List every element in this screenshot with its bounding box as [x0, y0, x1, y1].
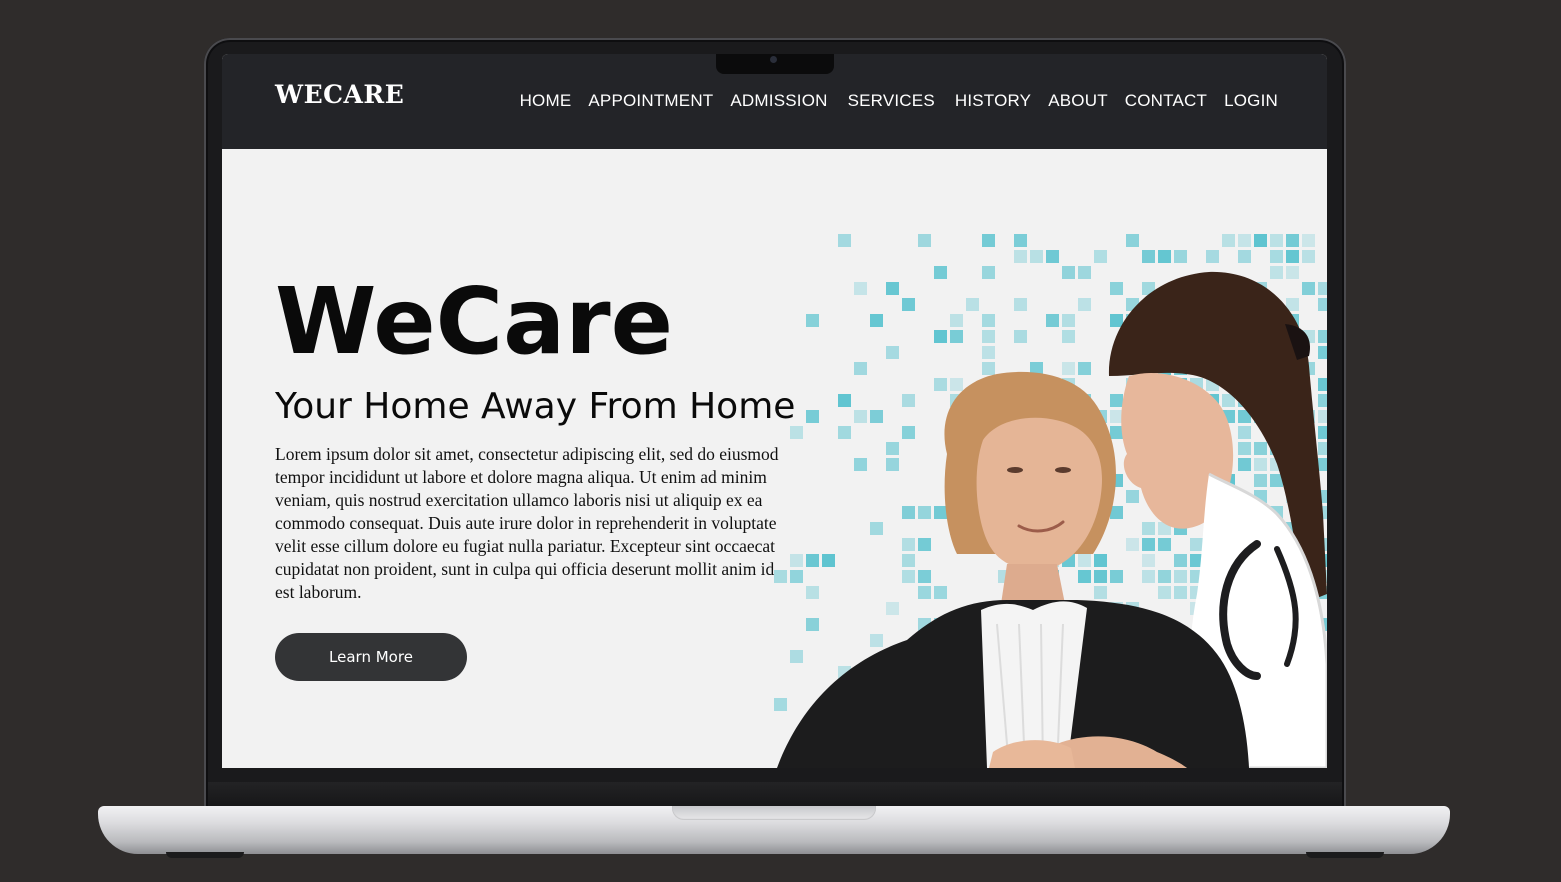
nav-appointment[interactable]: APPOINTMENT: [588, 91, 713, 111]
laptop-foot-left: [166, 852, 244, 858]
hero-description-line: commodo consequat. Duis aute irure dolor…: [275, 513, 777, 533]
laptop-bezel-chin: [208, 782, 1342, 808]
hero-description-line: velit esse cillum dolore eu fugiat nulla…: [275, 536, 776, 556]
hero-description: Lorem ipsum dolor sit amet, consectetur …: [275, 443, 855, 604]
main-nav: HOME APPOINTMENT ADMISSION SERVICES HIST…: [520, 91, 1278, 111]
nav-history[interactable]: HISTORY: [955, 91, 1031, 111]
website-screen: WECARE HOME APPOINTMENT ADMISSION SERVIC…: [222, 54, 1327, 768]
nav-admission[interactable]: ADMISSION: [730, 91, 827, 111]
nav-contact[interactable]: CONTACT: [1125, 91, 1207, 111]
nav-about[interactable]: ABOUT: [1048, 91, 1108, 111]
camera-notch: [716, 54, 834, 74]
camera-icon: [770, 56, 777, 63]
hero-title: WeCare: [275, 268, 673, 375]
hero-description-line: veniam, quis nostrud exercitation ullamc…: [275, 490, 763, 510]
laptop-mockup: WECARE HOME APPOINTMENT ADMISSION SERVIC…: [0, 0, 1561, 882]
nav-login[interactable]: LOGIN: [1224, 91, 1278, 111]
nav-home[interactable]: HOME: [520, 91, 572, 111]
hero-subtitle: Your Home Away From Home: [275, 386, 796, 427]
hero-description-line: Lorem ipsum dolor sit amet, consectetur …: [275, 444, 779, 464]
hero-description-line: tempor incididunt ut labore et dolore ma…: [275, 467, 767, 487]
nav-services[interactable]: SERVICES: [848, 91, 935, 111]
laptop-base: [98, 806, 1450, 854]
learn-more-button[interactable]: Learn More: [275, 633, 467, 681]
brand-logo[interactable]: WECARE: [275, 80, 404, 109]
hero-description-line: est laborum.: [275, 582, 362, 602]
laptop-base-notch: [672, 806, 876, 820]
laptop-foot-right: [1306, 852, 1384, 858]
hero-description-line: cupidatat non proident, sunt in culpa qu…: [275, 559, 775, 579]
